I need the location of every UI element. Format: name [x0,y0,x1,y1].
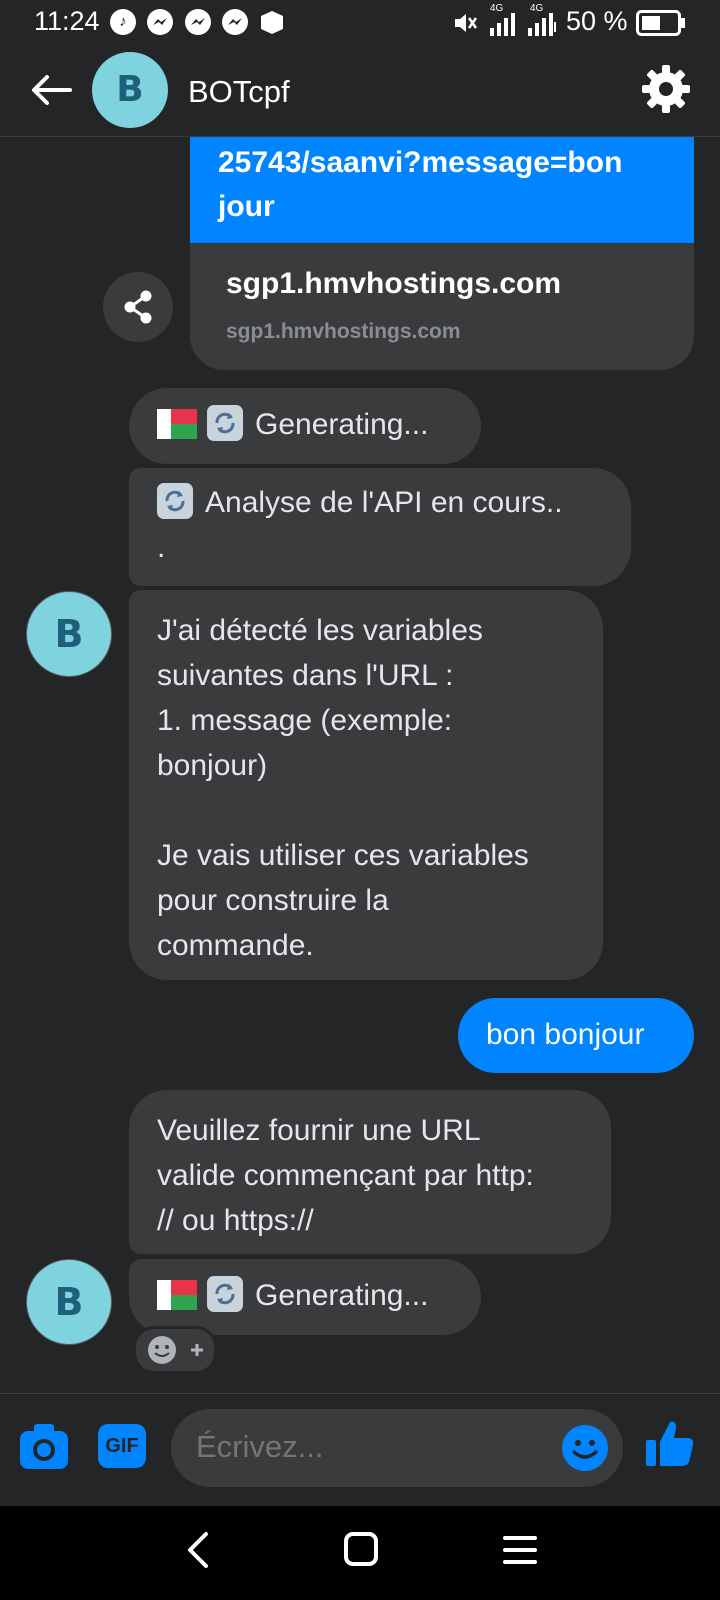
madagascar-flag-icon [157,1280,197,1310]
back-arrow-icon[interactable] [30,74,72,111]
share-icon [124,290,152,324]
message-text: Generating... [255,408,429,441]
message-bubble[interactable]: Analyse de l'API en cours.. . [129,468,631,586]
smiley-plus-icon [148,1336,203,1364]
chat-header: B BOTcpf [0,46,720,137]
link-url-line: 25743/saanvi?message=bon [218,146,623,179]
message-line: Veuillez fournir une URL [157,1114,481,1147]
page-title[interactable]: BOTcpf [188,74,290,110]
message-line: J'ai détecté les variables [157,614,483,647]
system-nav-bar [0,1506,720,1600]
avatar[interactable]: B [26,591,112,677]
gear-icon[interactable] [640,63,692,120]
share-button[interactable] [103,272,173,342]
message-line: // ou https:// [157,1204,314,1237]
message-bubble[interactable]: Generating... [129,1259,481,1335]
message-text: . [157,531,166,564]
emoji-icon[interactable] [561,1424,609,1477]
gif-button[interactable]: GIF [98,1424,146,1468]
message-line: suivantes dans l'URL : [157,659,454,692]
message-bubble[interactable]: Veuillez fournir une URL valide commença… [129,1090,611,1254]
link-domain: sgp1.hmvhostings.com [226,320,461,343]
shield-app-icon [259,9,285,40]
message-input[interactable] [196,1429,536,1465]
refresh-icon [157,483,193,519]
status-time: 11:24 [34,6,100,36]
add-reaction-button[interactable] [133,1326,217,1374]
link-url[interactable]: 25743/saanvi?message=bon jour [190,137,694,243]
link-title: sgp1.hmvhostings.com [226,267,562,300]
camera-icon[interactable] [18,1421,70,1476]
home-nav-icon[interactable] [343,1531,379,1572]
link-url-line: jour [218,190,275,223]
battery-icon [636,10,686,41]
messenger-icon [185,9,211,40]
message-line: commande. [157,929,314,962]
message-line [157,788,575,833]
signal-icon [526,12,558,41]
message-text: Analyse de l'API en cours.. [205,486,563,519]
message-bubble[interactable]: bon bonjour [458,998,694,1073]
thumbs-up-icon[interactable] [644,1418,696,1475]
signal-icon [488,12,516,41]
messenger-icon [147,9,173,40]
messenger-icon [222,9,248,40]
back-nav-icon[interactable] [184,1530,214,1575]
message-line: valide commençant par http: [157,1159,534,1192]
link-preview-card[interactable]: 25743/saanvi?message=bon jour sgp1.hmvho… [190,137,694,370]
battery-percent: 50 % [566,6,628,36]
tiktok-icon: ♪ [110,9,136,35]
message-text: bon bonjour [486,1018,645,1051]
mute-icon [452,10,478,41]
message-bubble[interactable]: J'ai détecté les variables suivantes dan… [129,590,603,980]
avatar[interactable]: B [26,1259,112,1345]
message-text: Generating... [255,1279,429,1312]
message-line: pour construire la [157,884,389,917]
refresh-icon [207,1276,243,1312]
message-bubble[interactable]: Generating... [129,388,481,464]
avatar[interactable]: B [92,52,168,128]
message-line: Je vais utiliser ces variables [157,839,529,872]
menu-nav-icon[interactable] [502,1533,538,1572]
status-bar: 11:24 ♪ 4G 4G 50 % [0,0,720,46]
message-line: bonjour) [157,749,268,782]
madagascar-flag-icon [157,409,197,439]
refresh-icon [207,405,243,441]
message-line: 1. message (exemple: [157,704,453,737]
